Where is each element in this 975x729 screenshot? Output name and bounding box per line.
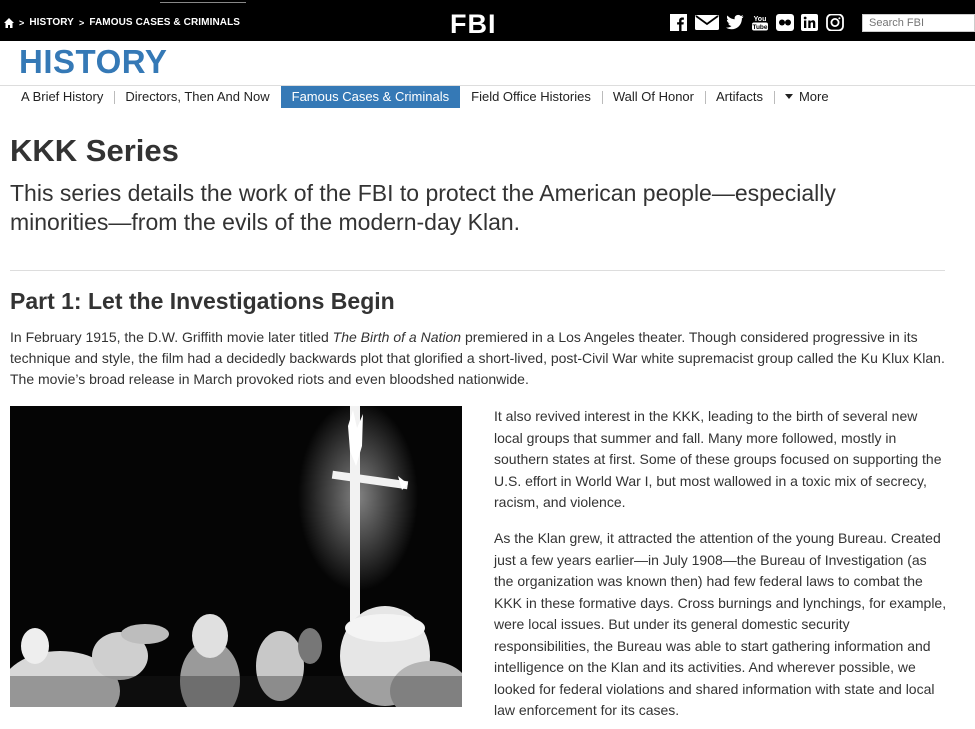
linkedin-icon[interactable] bbox=[801, 14, 819, 31]
nav-item-more[interactable]: More bbox=[773, 86, 840, 108]
home-icon[interactable] bbox=[4, 17, 14, 28]
breadcrumb-famous-cases[interactable]: FAMOUS CASES & CRIMINALS bbox=[89, 17, 240, 28]
body-paragraph-2: As the Klan grew, it attracted the atten… bbox=[494, 530, 947, 718]
facebook-icon[interactable] bbox=[670, 14, 688, 31]
youtube-icon[interactable]: You Tube bbox=[751, 14, 769, 31]
flickr-icon[interactable] bbox=[776, 14, 794, 31]
svg-text:Tube: Tube bbox=[752, 24, 767, 31]
part-title: Part 1: Let the Investigations Begin bbox=[10, 288, 395, 314]
breadcrumb-history[interactable]: HISTORY bbox=[29, 17, 74, 28]
fbi-logo[interactable]: FBI bbox=[450, 9, 497, 40]
breadcrumb: > HISTORY > FAMOUS CASES & CRIMINALS bbox=[4, 17, 240, 28]
nav-item-field-office-histories[interactable]: Field Office Histories bbox=[460, 86, 602, 108]
instagram-icon[interactable] bbox=[826, 14, 844, 31]
search-input[interactable] bbox=[862, 14, 975, 32]
intro-text-start: In February 1915, the D.W. Griffith movi… bbox=[10, 329, 333, 345]
site-top-bar: > HISTORY > FAMOUS CASES & CRIMINALS FBI… bbox=[0, 0, 975, 41]
nav-item-famous-cases[interactable]: Famous Cases & Criminals bbox=[280, 86, 461, 108]
nav-item-wall-of-honor[interactable]: Wall Of Honor bbox=[601, 86, 705, 108]
breadcrumb-separator: > bbox=[19, 17, 25, 28]
page-title: KKK Series bbox=[10, 133, 179, 168]
svg-text:You: You bbox=[754, 16, 767, 23]
content-divider bbox=[10, 270, 945, 271]
body-paragraph-1: It also revived interest in the KKK, lea… bbox=[494, 408, 942, 510]
burning-cross-photo bbox=[10, 406, 462, 707]
lead-paragraph: This series details the work of the FBI … bbox=[10, 180, 836, 235]
film-title: The Birth of a Nation bbox=[332, 329, 462, 345]
intro-paragraph: In February 1915, the D.W. Griffith movi… bbox=[10, 327, 950, 390]
nav-item-brief-history[interactable]: A Brief History bbox=[10, 86, 114, 108]
email-icon[interactable] bbox=[695, 14, 719, 31]
nav-item-directors[interactable]: Directors, Then And Now bbox=[114, 86, 280, 108]
breadcrumb-separator: > bbox=[78, 17, 85, 28]
nav-item-artifacts[interactable]: Artifacts bbox=[704, 86, 774, 108]
photo-illustration bbox=[10, 406, 462, 707]
utility-links[interactable] bbox=[160, 0, 246, 3]
twitter-icon[interactable] bbox=[726, 14, 744, 31]
section-nav: A Brief History Directors, Then And Now … bbox=[10, 86, 840, 108]
caret-down-icon bbox=[784, 94, 793, 100]
section-title[interactable]: HISTORY bbox=[19, 43, 167, 81]
nav-more-label: More bbox=[798, 89, 829, 104]
utility-strip bbox=[0, 0, 975, 8]
social-links: You Tube bbox=[670, 14, 844, 31]
